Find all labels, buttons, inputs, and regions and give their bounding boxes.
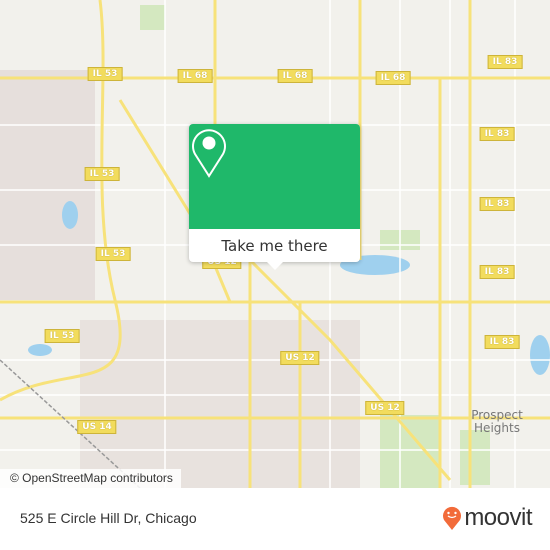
route-shield: IL 83	[479, 127, 515, 141]
map[interactable]: IL 68 IL 68 IL 68 IL 83 IL 83 IL 83 IL 83 IL 83…	[0, 0, 550, 488]
place-label-prospect-heights: Prospect Heights	[471, 408, 523, 435]
address-label: 525 E Circle Hill Dr, Chicago	[20, 510, 197, 526]
route-shield: US 12	[280, 351, 320, 365]
route-shield: IL 53	[44, 329, 80, 343]
route-shield: IL 83	[479, 197, 515, 211]
moovit-logo[interactable]: moovit	[442, 504, 532, 532]
route-shield: IL 53	[95, 247, 131, 261]
popup-pointer	[267, 262, 283, 270]
route-shield: IL 68	[177, 69, 213, 83]
location-pin-icon	[192, 129, 226, 178]
route-shield: IL 53	[87, 67, 123, 81]
moovit-pin-icon	[443, 506, 462, 530]
moovit-wordmark: moovit	[464, 504, 532, 531]
route-shield: US 14	[77, 420, 117, 434]
attribution-link[interactable]: © OpenStreetMap contributors	[0, 469, 181, 488]
route-shield: IL 83	[487, 55, 523, 69]
destination-popup: Take me there	[189, 124, 360, 270]
route-shield: IL 83	[484, 335, 520, 349]
footer-bar: 525 E Circle Hill Dr, Chicago moovit	[0, 488, 550, 550]
route-shield: IL 68	[375, 71, 411, 85]
route-shield: US 12	[365, 401, 405, 415]
take-me-there-button[interactable]: Take me there	[189, 229, 360, 262]
route-shield: IL 68	[277, 69, 313, 83]
route-shield: IL 83	[479, 265, 515, 279]
route-shield: IL 53	[84, 167, 120, 181]
